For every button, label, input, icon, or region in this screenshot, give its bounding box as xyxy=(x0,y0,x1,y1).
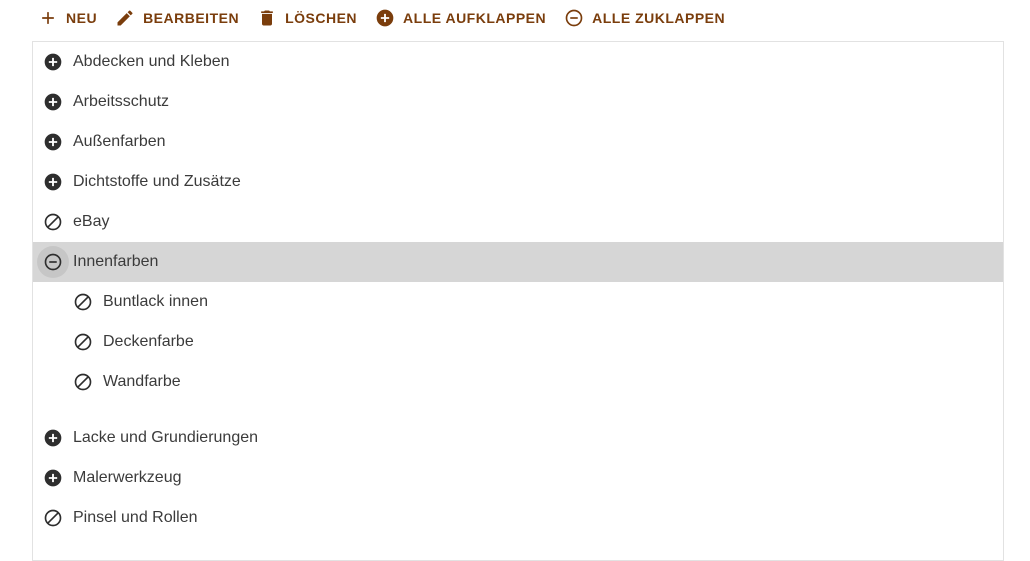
delete-button-label: LÖSCHEN xyxy=(285,10,358,26)
edit-button-label: BEARBEITEN xyxy=(143,10,240,26)
children-group-spacer xyxy=(33,402,1003,418)
minus-circle-icon[interactable] xyxy=(37,246,69,278)
new-button[interactable]: NEU xyxy=(30,0,105,36)
category-tree: Abdecken und Kleben Arbeitsschutz Außenf… xyxy=(32,41,1004,561)
tree-item-label: Malerwerkzeug xyxy=(73,469,182,486)
tree-item-dichtstoffe-und-zusaetze[interactable]: Dichtstoffe und Zusätze xyxy=(33,162,1003,202)
delete-button[interactable]: LÖSCHEN xyxy=(249,0,365,36)
no-children-icon xyxy=(73,332,93,352)
tree-item-buntlack-innen[interactable]: Buntlack innen xyxy=(33,282,1003,322)
minus-circle-outline-icon xyxy=(565,9,583,27)
plus-circle-icon[interactable] xyxy=(43,52,63,72)
plus-circle-icon[interactable] xyxy=(43,92,63,112)
tree-item-innenfarben[interactable]: Innenfarben xyxy=(33,242,1003,282)
tree-item-label: Dichtstoffe und Zusätze xyxy=(73,173,241,190)
tree-item-label: Arbeitsschutz xyxy=(73,93,170,110)
plus-circle-icon[interactable] xyxy=(43,172,63,192)
edit-button[interactable]: BEARBEITEN xyxy=(107,0,247,36)
tree-item-label: Wandfarbe xyxy=(103,373,181,390)
collapse-all-button[interactable]: ALLE ZUKLAPPEN xyxy=(556,0,733,36)
tree-item-label: Pinsel und Rollen xyxy=(73,509,198,526)
plus-circle-icon[interactable] xyxy=(43,428,63,448)
trash-icon xyxy=(261,10,273,26)
no-children-icon xyxy=(43,212,63,232)
tree-item-label: Außenfarben xyxy=(73,133,166,150)
no-children-icon xyxy=(73,372,93,392)
tree-item-ebay[interactable]: eBay xyxy=(33,202,1003,242)
tree-item-label: Buntlack innen xyxy=(103,293,208,310)
tree-item-label: Innenfarben xyxy=(73,253,159,270)
new-button-label: NEU xyxy=(66,10,98,26)
tree-item-label: Deckenfarbe xyxy=(103,333,194,350)
tree-item-pinsel-und-rollen[interactable]: Pinsel und Rollen xyxy=(33,498,1003,538)
tree-item-aussenfarben[interactable]: Außenfarben xyxy=(33,122,1003,162)
tree-item-label: eBay xyxy=(73,213,110,230)
tree-item-label: Lacke und Grundierungen xyxy=(73,429,259,446)
pencil-icon xyxy=(117,10,133,26)
tree-item-abdecken-und-kleben[interactable]: Abdecken und Kleben xyxy=(33,42,1003,82)
collapse-all-button-label: ALLE ZUKLAPPEN xyxy=(592,10,726,26)
tree-item-label: Abdecken und Kleben xyxy=(73,53,230,70)
tree-item-malerwerkzeug[interactable]: Malerwerkzeug xyxy=(33,458,1003,498)
tree-item-deckenfarbe[interactable]: Deckenfarbe xyxy=(33,322,1003,362)
plus-icon xyxy=(42,12,54,24)
plus-circle-filled-icon xyxy=(376,9,394,27)
tree-item-arbeitsschutz[interactable]: Arbeitsschutz xyxy=(33,82,1003,122)
toolbar: NEU BEARBEITEN LÖSCHEN ALLE AUFKLAPPEN A… xyxy=(30,0,735,36)
expand-all-button-label: ALLE AUFKLAPPEN xyxy=(403,10,547,26)
expand-all-button[interactable]: ALLE AUFKLAPPEN xyxy=(367,0,554,36)
tree-item-lacke-und-grundierungen[interactable]: Lacke und Grundierungen xyxy=(33,418,1003,458)
tree-item-wandfarbe[interactable]: Wandfarbe xyxy=(33,362,1003,402)
plus-circle-icon[interactable] xyxy=(43,468,63,488)
no-children-icon xyxy=(43,508,63,528)
no-children-icon xyxy=(73,292,93,312)
plus-circle-icon[interactable] xyxy=(43,132,63,152)
